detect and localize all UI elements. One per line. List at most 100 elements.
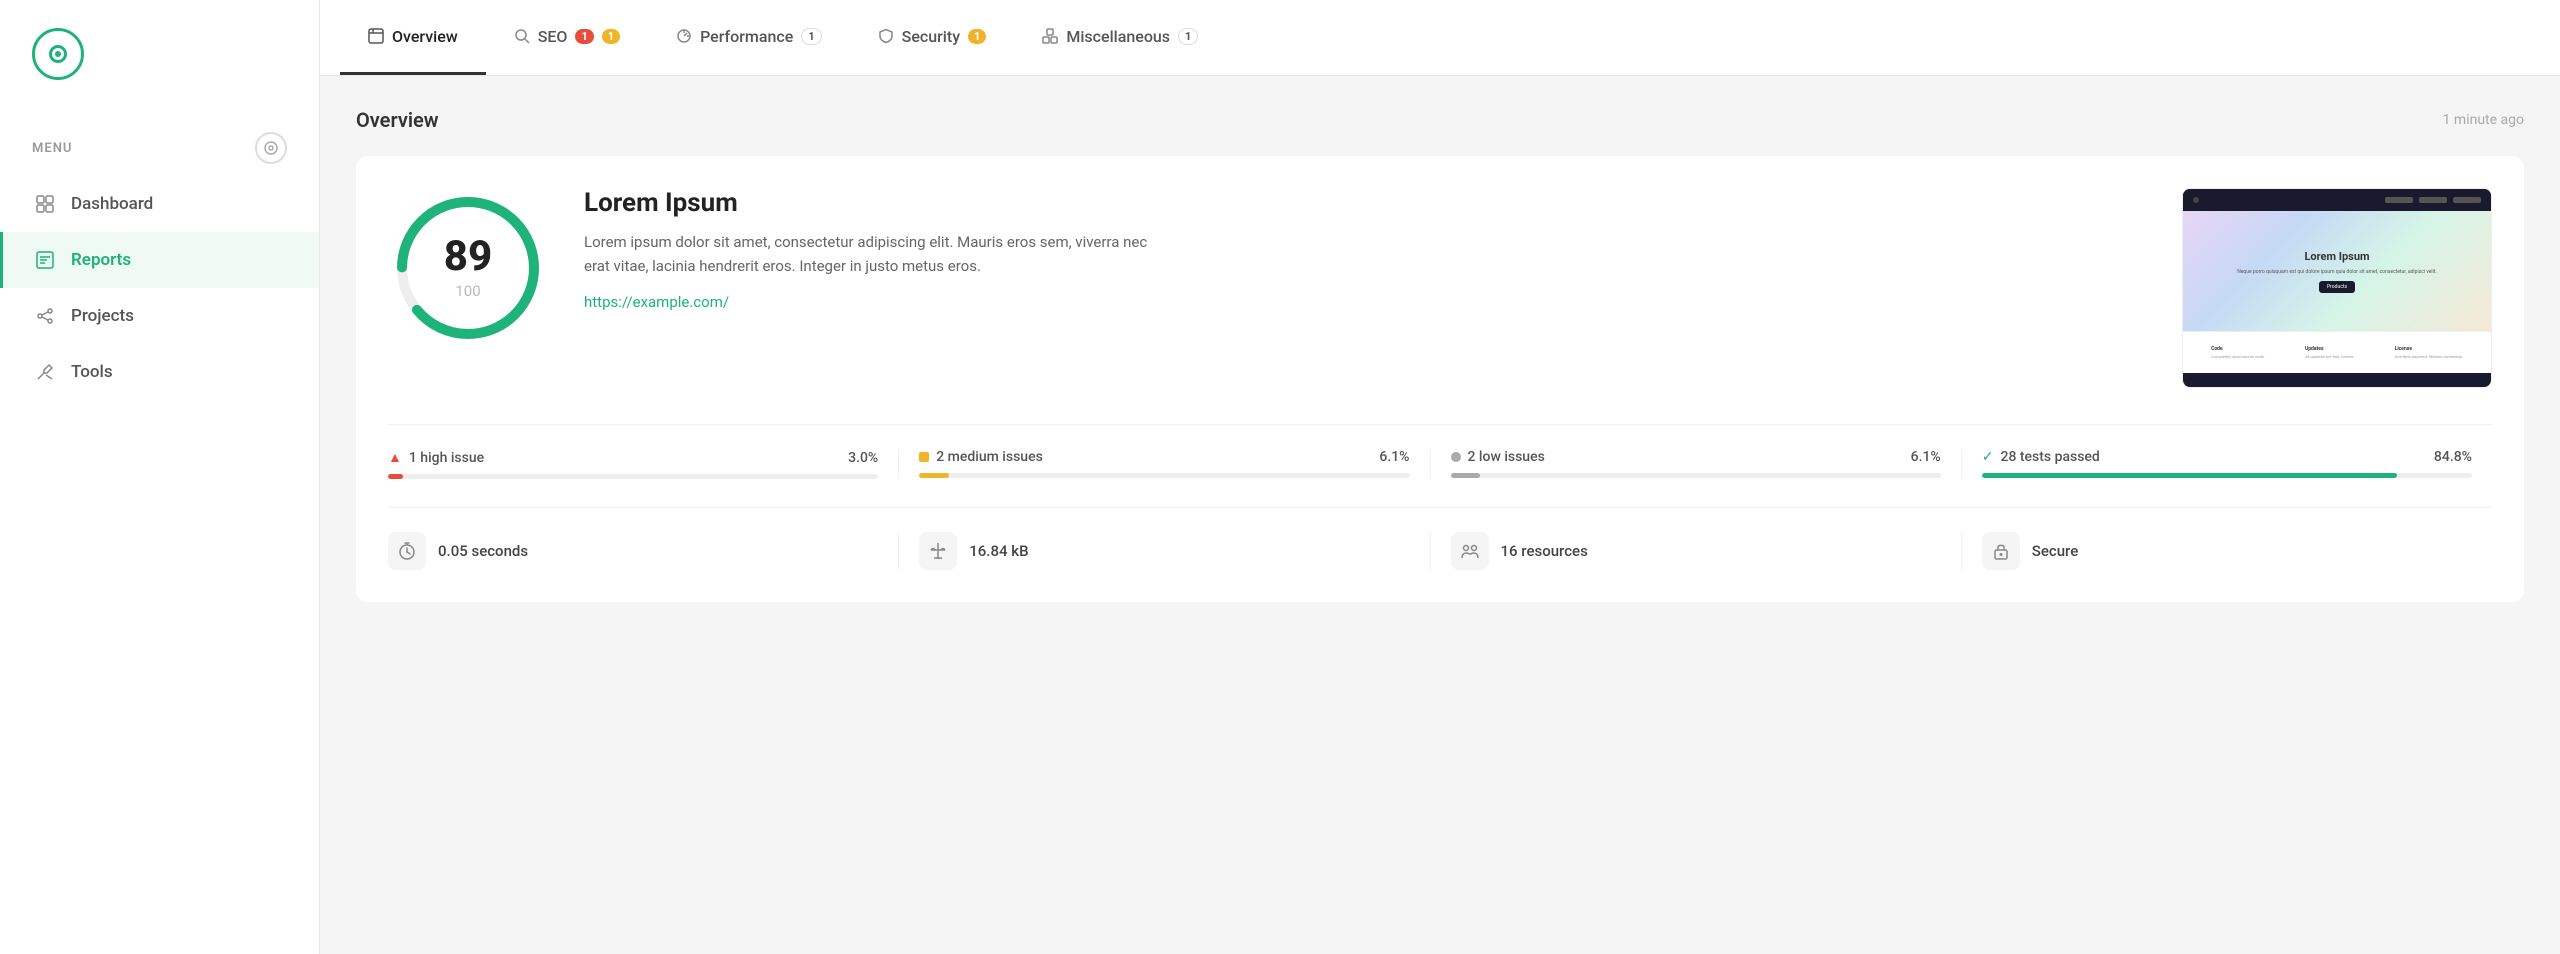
thumb-nav-link-3 [2453, 197, 2481, 203]
seo-tab-icon [514, 28, 530, 44]
tab-overview[interactable]: Overview [340, 0, 486, 75]
issue-header-low: 2 low issues 6.1% [1451, 449, 1941, 465]
thumb-footer-text-1: Completely open source code. [2211, 354, 2265, 359]
issue-bar-track-passed [1982, 473, 2472, 478]
thumb-footer-col-3: License One time payment. lifetime owner… [2395, 346, 2463, 359]
settings-icon [263, 140, 279, 156]
overview-header: Overview 1 minute ago [356, 108, 2524, 132]
issue-text-medium: 2 medium issues [936, 449, 1043, 465]
thumb-footer: Code Completely open source code. Update… [2183, 331, 2491, 373]
menu-label: MENU [32, 141, 72, 156]
thumb-inner: Lorem Ipsum Neque porro quisquam est qui… [2183, 189, 2491, 387]
tab-security-label: Security [902, 27, 960, 46]
issue-bar-fill-passed [1982, 473, 2398, 478]
performance-tab-icon [676, 28, 692, 44]
timer-svg [397, 541, 417, 561]
main-content: Overview SEO 1 1 Performance 1 [320, 0, 2560, 954]
dashboard-icon [35, 194, 55, 214]
score-info-row: 89 100 Lorem Ipsum Lorem ipsum dolor sit… [388, 188, 2492, 388]
tab-seo-label: SEO [538, 27, 568, 46]
score-text: 89 100 [444, 236, 492, 300]
sidebar-item-dashboard[interactable]: Dashboard [0, 176, 319, 232]
issue-bar-track-medium [919, 473, 1409, 478]
security-tab-icon [878, 28, 894, 44]
issue-label-high: ▲ 1 high issue [388, 449, 484, 466]
site-thumbnail: Lorem Ipsum Neque porro quisquam est qui… [2182, 188, 2492, 388]
resources-icon [1451, 532, 1489, 570]
score-circle: 89 100 [388, 188, 548, 348]
tab-overview-label: Overview [392, 27, 458, 46]
thumb-footer-label-2: Updates [2305, 346, 2324, 352]
overview-card: 89 100 Lorem Ipsum Lorem ipsum dolor sit… [356, 156, 2524, 602]
site-desc: Lorem ipsum dolor sit amet, consectetur … [584, 230, 1164, 278]
misc-badge-1: 1 [1178, 28, 1198, 45]
thumb-nav [2183, 189, 2491, 211]
logo [32, 28, 84, 80]
tab-misc-label: Miscellaneous [1066, 27, 1170, 46]
logo-dot [55, 51, 61, 57]
stats-row: 0.05 seconds 16.84 kB [388, 507, 2492, 570]
stat-col-time: 0.05 seconds [388, 532, 898, 570]
tools-label: Tools [71, 362, 113, 382]
logo-inner [49, 45, 67, 63]
scale-svg [928, 541, 948, 561]
thumb-footer-col-2: Updates All updates are free, forever. [2305, 346, 2355, 359]
sidebar-item-tools[interactable]: Tools [0, 344, 319, 400]
issue-col-medium: 2 medium issues 6.1% [898, 449, 1429, 478]
thumb-nav-dot [2193, 197, 2199, 203]
score-value: 89 [444, 236, 492, 278]
stat-secure-label: Secure [2032, 542, 2079, 560]
lock-icon [1982, 532, 2020, 570]
thumb-nav-links [2385, 197, 2481, 203]
pass-check-icon: ✓ [1982, 449, 1994, 465]
sidebar: MENU Dashboard Reports [0, 0, 320, 954]
issue-label-low: 2 low issues [1451, 449, 1545, 465]
performance-badge-1: 1 [801, 28, 821, 45]
reports-label: Reports [71, 250, 131, 270]
seo-badge-2: 1 [602, 29, 620, 44]
issue-col-low: 2 low issues 6.1% [1430, 449, 1961, 478]
sidebar-item-projects[interactable]: Projects [0, 288, 319, 344]
tools-icon [35, 362, 55, 382]
reports-icon [35, 250, 55, 270]
thumb-footer-col-1: Code Completely open source code. [2211, 346, 2265, 359]
thumb-footer-text-3: One time payment. lifetime ownership. [2395, 354, 2463, 359]
thumb-hero: Lorem Ipsum Neque porro quisquam est qui… [2183, 211, 2491, 331]
issue-pct-high: 3.0% [848, 450, 878, 466]
issues-row: ▲ 1 high issue 3.0% 2 medium issue [388, 424, 2492, 479]
menu-header: MENU [0, 108, 319, 176]
misc-tab-icon [1042, 28, 1058, 44]
thumb-hero-btn: Products [2319, 281, 2355, 293]
issue-pct-medium: 6.1% [1379, 449, 1409, 465]
logo-area [0, 0, 319, 108]
low-circle-icon [1451, 452, 1461, 462]
tab-performance[interactable]: Performance 1 [648, 0, 850, 75]
site-url[interactable]: https://example.com/ [584, 293, 729, 311]
stat-time-label: 0.05 seconds [438, 542, 528, 560]
stat-col-resources: 16 resources [1430, 532, 1961, 570]
issue-col-passed: ✓ 28 tests passed 84.8% [1961, 449, 2492, 478]
sidebar-item-reports[interactable]: Reports [0, 232, 319, 288]
issue-label-medium: 2 medium issues [919, 449, 1043, 465]
issue-bar-track-low [1451, 473, 1941, 478]
scale-icon [919, 532, 957, 570]
thumb-footer-text-2: All updates are free, forever. [2305, 354, 2355, 359]
stat-resources-label: 16 resources [1501, 542, 1588, 560]
thumb-footer-label-3: License [2395, 346, 2412, 352]
issue-pct-passed: 84.8% [2434, 449, 2472, 465]
menu-icon-button[interactable] [255, 132, 287, 164]
seo-badge-1: 1 [575, 29, 593, 44]
thumb-hero-title: Lorem Ipsum [2304, 250, 2369, 263]
stat-col-size: 16.84 kB [898, 532, 1429, 570]
issue-header-medium: 2 medium issues 6.1% [919, 449, 1409, 465]
score-max: 100 [455, 282, 480, 300]
timer-icon [388, 532, 426, 570]
tab-seo[interactable]: SEO 1 1 [486, 0, 648, 75]
issue-bar-fill-low [1451, 473, 1481, 478]
stat-size-label: 16.84 kB [969, 542, 1028, 560]
tab-security[interactable]: Security 1 [850, 0, 1015, 75]
issue-text-low: 2 low issues [1468, 449, 1545, 465]
tab-miscellaneous[interactable]: Miscellaneous 1 [1014, 0, 1226, 75]
issue-text-high: 1 high issue [409, 450, 484, 466]
high-triangle-icon: ▲ [388, 449, 402, 466]
